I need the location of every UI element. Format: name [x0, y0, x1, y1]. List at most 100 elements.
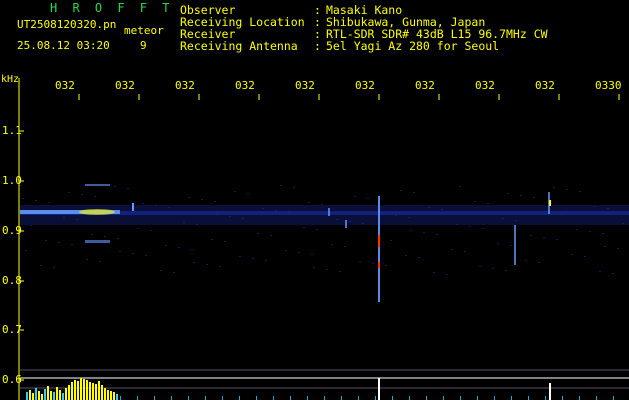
- noise-speckle: [119, 251, 121, 252]
- noise-speckle: [311, 254, 313, 255]
- level-bar-small: [392, 396, 393, 400]
- echo-sideband: [85, 240, 110, 243]
- noise-speckle: [145, 255, 147, 256]
- y-tick-label: 1.1: [2, 124, 22, 137]
- noise-speckle: [349, 221, 351, 222]
- noise-speckle: [584, 256, 586, 257]
- noise-speckle: [216, 214, 218, 215]
- x-tick-label: 032: [475, 80, 495, 91]
- noise-speckle: [510, 245, 512, 246]
- level-bar-small: [188, 396, 189, 400]
- level-bar: [98, 381, 100, 400]
- noise-speckle: [293, 187, 295, 188]
- level-bar-small: [256, 396, 257, 400]
- noise-speckle: [183, 222, 185, 223]
- noise-speckle: [474, 201, 476, 202]
- noise-speckle: [288, 212, 290, 213]
- noise-speckle: [543, 237, 545, 238]
- x-tick-label: 032: [355, 80, 375, 91]
- noise-speckle: [94, 196, 96, 197]
- level-bar: [59, 390, 61, 400]
- filename-label: UT2508120320.pn: [17, 18, 117, 31]
- level-bar-small: [460, 396, 461, 400]
- noise-speckle: [76, 219, 78, 220]
- noise-speckle: [275, 210, 277, 211]
- meteor-ping: [345, 220, 347, 228]
- level-bar: [101, 385, 103, 400]
- noise-speckle: [612, 273, 614, 274]
- noise-speckle: [122, 213, 124, 214]
- noise-speckle: [382, 213, 384, 214]
- x-tick-label: 032: [235, 80, 255, 91]
- level-bar-small: [579, 396, 580, 400]
- noise-speckle: [285, 250, 287, 251]
- noise-speckle: [313, 267, 315, 268]
- x-tick-label: 032: [295, 80, 315, 91]
- noise-speckle: [114, 186, 116, 187]
- noise-speckle: [178, 247, 180, 248]
- noise-speckle: [91, 234, 93, 235]
- app-logo: H R O F F T: [50, 1, 174, 15]
- noise-speckle: [40, 265, 42, 266]
- level-bar-small: [120, 396, 121, 400]
- noise-speckle: [395, 215, 397, 216]
- y-tick-label: 0.6: [2, 373, 22, 386]
- noise-speckle: [538, 262, 540, 263]
- noise-speckle: [25, 250, 27, 251]
- noise-speckle: [196, 224, 198, 225]
- noise-speckle: [410, 230, 412, 231]
- level-bar-small: [171, 396, 172, 400]
- level-bar-small: [358, 396, 359, 400]
- y-tick-label: 1.0: [2, 174, 22, 187]
- level-bar-small: [528, 396, 529, 400]
- noise-speckle: [622, 223, 624, 224]
- noise-speckle: [456, 224, 458, 225]
- noise-speckle: [339, 271, 341, 272]
- level-bar: [44, 389, 46, 400]
- noise-speckle: [331, 244, 333, 245]
- y-axis-unit: kHz: [1, 74, 20, 85]
- noise-speckle: [99, 261, 101, 262]
- noise-speckle: [308, 202, 310, 203]
- level-bar: [62, 393, 64, 400]
- meteor-trail-peak: [378, 235, 380, 247]
- x-tick-label: 032: [535, 80, 555, 91]
- noise-speckle: [132, 253, 134, 254]
- noise-speckle: [617, 248, 619, 249]
- noise-speckle: [303, 227, 305, 228]
- noise-speckle: [566, 189, 568, 190]
- level-bar: [86, 380, 88, 400]
- level-bar: [95, 384, 97, 400]
- level-bar: [41, 394, 43, 400]
- level-bar: [77, 381, 79, 400]
- noise-speckle: [507, 193, 509, 194]
- noise-speckle: [316, 229, 318, 230]
- level-bar: [92, 383, 94, 400]
- noise-speckle: [464, 251, 466, 252]
- level-bar-small: [477, 396, 478, 400]
- noise-speckle: [68, 192, 70, 193]
- info-value-antenna: 5el Yagi Az 280 for Seoul: [326, 39, 500, 53]
- noise-speckle: [413, 192, 415, 193]
- level-bar-small: [613, 396, 614, 400]
- level-bar: [35, 388, 37, 400]
- level-bar-small: [426, 396, 427, 400]
- noise-speckle: [520, 195, 522, 196]
- noise-speckle: [104, 236, 106, 237]
- meteor-ping: [514, 225, 516, 265]
- level-bar: [71, 382, 73, 400]
- spectrogram-plot: [18, 78, 629, 400]
- noise-speckle: [265, 260, 267, 261]
- noise-speckle: [86, 259, 88, 260]
- info-label-antenna: Receiving Antenna: [180, 39, 298, 53]
- level-bar-small: [341, 396, 342, 400]
- noise-speckle: [71, 244, 73, 245]
- noise-speckle: [446, 274, 448, 275]
- noise-speckle: [252, 258, 254, 259]
- y-tick-label: 0.7: [2, 323, 22, 336]
- noise-speckle: [492, 268, 494, 269]
- level-bar-small: [494, 396, 495, 400]
- noise-speckle: [533, 197, 535, 198]
- level-bar-small: [290, 396, 291, 400]
- noise-speckle: [469, 226, 471, 227]
